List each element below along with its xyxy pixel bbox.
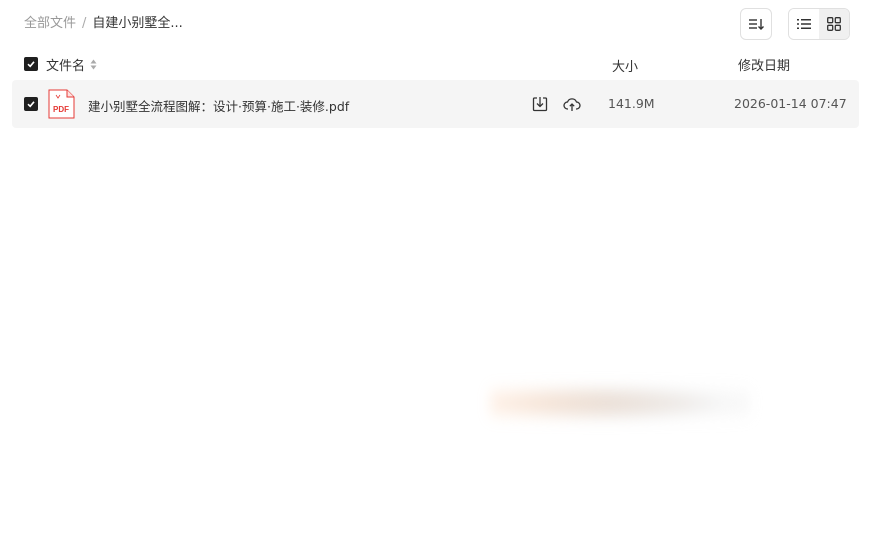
list-view-icon — [797, 19, 811, 29]
grid-view-icon — [827, 17, 841, 31]
sort-button[interactable] — [740, 8, 772, 40]
blurred-overlay — [490, 378, 750, 428]
breadcrumb-separator: / — [82, 16, 87, 31]
file-size: 141.9M — [608, 96, 655, 111]
list-view-button[interactable] — [789, 9, 819, 39]
table-header: 文件名 大小 修改日期 — [12, 52, 859, 76]
view-toggle — [788, 8, 850, 40]
pdf-file-icon: PDF — [48, 89, 75, 119]
svg-text:PDF: PDF — [53, 105, 69, 114]
table-row[interactable]: PDF 建小别墅全流程图解：设计·预算·施工·装修.pdf 141.9M 202… — [12, 80, 859, 128]
cloud-upload-icon — [563, 98, 581, 111]
row-checkbox[interactable] — [24, 97, 38, 111]
top-bar: 全部文件 / 自建小别墅全... — [0, 0, 874, 48]
column-size-header: 大小 — [612, 60, 639, 75]
save-to-cloud-button[interactable] — [563, 95, 581, 113]
check-icon — [27, 61, 35, 68]
column-name-header[interactable]: 文件名 — [46, 55, 97, 74]
download-icon — [532, 97, 548, 112]
download-button[interactable] — [531, 95, 549, 113]
select-all-checkbox[interactable] — [24, 57, 38, 71]
sort-caret-icon[interactable] — [90, 59, 97, 70]
sort-lines-icon — [749, 19, 764, 30]
check-icon — [27, 101, 35, 108]
file-modified-date: 2026-01-14 07:47 — [734, 96, 847, 111]
breadcrumb-current: 自建小别墅全... — [92, 16, 183, 31]
grid-view-button[interactable] — [819, 9, 849, 39]
file-name[interactable]: 建小别墅全流程图解：设计·预算·施工·装修.pdf — [88, 96, 349, 115]
breadcrumb-root[interactable]: 全部文件 — [24, 15, 76, 33]
breadcrumb: 全部文件 / 自建小别墅全... — [24, 15, 183, 33]
column-date-header: 修改日期 — [738, 59, 791, 74]
column-name-label: 文件名 — [46, 59, 86, 74]
